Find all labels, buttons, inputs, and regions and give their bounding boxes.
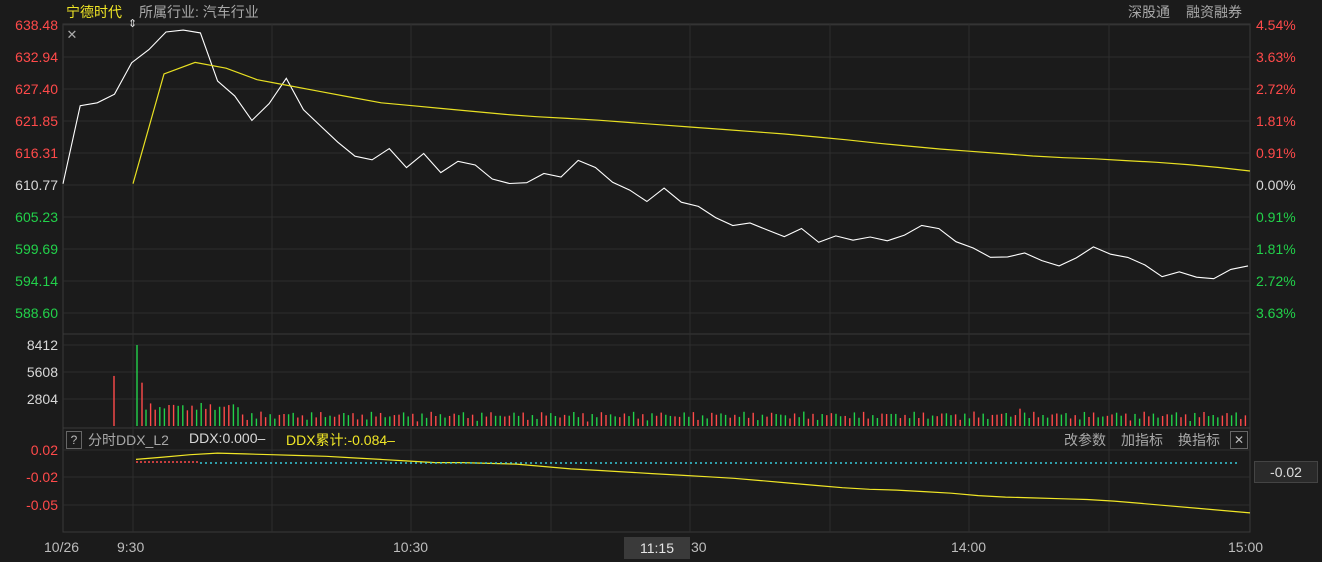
chart-canvas[interactable]: [0, 0, 1322, 562]
help-icon[interactable]: ?: [66, 431, 82, 449]
price-tick-left: 605.23: [15, 209, 58, 225]
time-tick: 9:30: [117, 539, 145, 555]
price-tick-left: 632.94: [15, 49, 58, 65]
pct-tick-right: 2.72%: [1256, 81, 1296, 97]
ddx-current-value: -0.02: [1254, 461, 1318, 483]
pct-tick-right: 0.91%: [1256, 145, 1296, 161]
stock-name[interactable]: 宁德时代: [66, 2, 122, 22]
pct-tick-right: 2.72%: [1256, 273, 1296, 289]
pct-tick-right: 1.81%: [1256, 241, 1296, 257]
pct-tick-right: 4.54%: [1256, 17, 1296, 33]
switch-indicator-button[interactable]: 换指标: [1178, 430, 1220, 450]
ddx-tick: 0.02: [30, 442, 58, 458]
ddx-value: DDX:0.000–: [189, 430, 266, 446]
time-tick: 30: [691, 539, 707, 555]
pct-tick-right: 1.81%: [1256, 113, 1296, 129]
pct-tick-right: 0.00%: [1256, 177, 1296, 193]
price-tick-left: 588.60: [15, 305, 58, 321]
ddx-cumulative: DDX累计:-0.084–: [286, 432, 395, 448]
price-tick-left: 616.31: [15, 145, 58, 161]
time-tick: 15:00: [1228, 539, 1264, 555]
volume-panel-frame: [62, 333, 1251, 429]
close-icon[interactable]: ✕: [64, 27, 80, 43]
price-tick-left: 594.14: [15, 273, 58, 289]
pin-icon: ⇕: [128, 18, 138, 30]
intraday-chart-window: 宁德时代 所属行业: 汽车行业 深股通 融资融券 ✕ ⇕ 638.48 632.…: [0, 0, 1322, 562]
time-tick: 10:30: [393, 539, 429, 555]
ddx-tick: -0.02: [26, 469, 58, 485]
add-indicator-button[interactable]: 加指标: [1121, 430, 1163, 450]
price-tick-left: 638.48: [15, 17, 58, 33]
date-label: 10/26: [44, 539, 80, 555]
price-tick-left: 610.77: [15, 177, 58, 193]
price-tick-left: 621.85: [15, 113, 58, 129]
volume-tick: 2804: [26, 391, 58, 407]
pct-tick-right: 3.63%: [1256, 49, 1296, 65]
price-panel-frame: [62, 23, 1251, 335]
edit-params-button[interactable]: 改参数: [1064, 430, 1106, 450]
price-tick-left: 627.40: [15, 81, 58, 97]
crosshair-time-label: 11:15: [624, 537, 690, 559]
volume-tick: 5608: [26, 364, 58, 380]
price-tick-left: 599.69: [15, 241, 58, 257]
sgt-link[interactable]: 深股通: [1128, 2, 1170, 22]
price-line: [62, 29, 1249, 280]
close-panel-icon[interactable]: ✕: [1230, 431, 1248, 449]
ddx-cumulative-line: [135, 452, 1251, 514]
margin-link[interactable]: 融资融券: [1186, 2, 1242, 22]
pct-tick-right: 3.63%: [1256, 305, 1296, 321]
time-tick: 14:00: [951, 539, 987, 555]
avg-price-line: [132, 61, 1251, 184]
pct-tick-right: 0.91%: [1256, 209, 1296, 225]
volume-tick: 8412: [26, 337, 58, 353]
industry-label[interactable]: 所属行业: 汽车行业: [139, 2, 259, 22]
indicator-name[interactable]: 分时DDX_L2: [88, 430, 169, 450]
ddx-tick: -0.05: [26, 497, 58, 513]
